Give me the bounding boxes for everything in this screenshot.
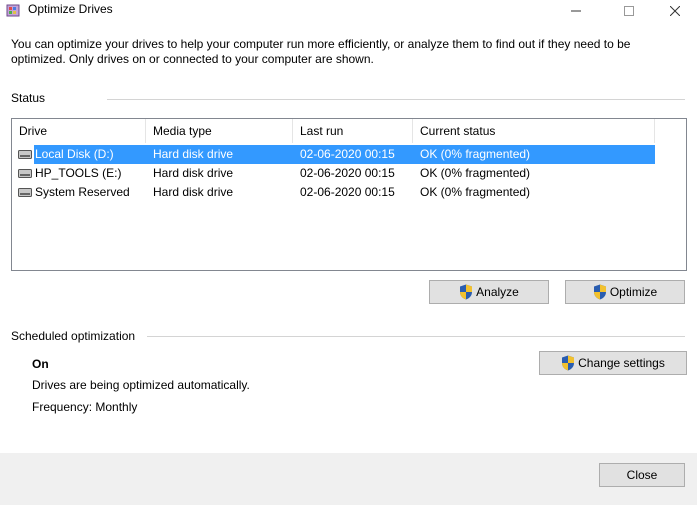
- schedule-state: On: [32, 357, 49, 371]
- analyze-button[interactable]: Analyze: [429, 280, 549, 304]
- close-icon: [670, 6, 680, 16]
- last-run: 02-06-2020 00:15: [300, 147, 395, 161]
- close-label: Close: [626, 468, 658, 482]
- drive-name: Local Disk (D:): [35, 147, 114, 161]
- status-divider: [107, 99, 685, 100]
- uac-shield-icon: [593, 284, 606, 300]
- scheduled-section-label: Scheduled optimization: [11, 329, 136, 343]
- optimize-button[interactable]: Optimize: [565, 280, 685, 304]
- dialog-footer: Close: [0, 453, 697, 505]
- column-header-last-run[interactable]: Last run: [293, 119, 413, 143]
- drive-name: System Reserved: [35, 185, 130, 199]
- current-status: OK (0% fragmented): [420, 166, 531, 180]
- close-button[interactable]: Close: [599, 463, 685, 487]
- defrag-app-icon: [6, 4, 20, 17]
- status-section-label: Status: [11, 91, 46, 105]
- minimize-button[interactable]: [553, 0, 599, 22]
- last-run: 02-06-2020 00:15: [300, 166, 395, 180]
- maximize-button[interactable]: [606, 0, 652, 22]
- drive-name: HP_TOOLS (E:): [35, 166, 122, 180]
- table-row[interactable]: System Reserved Hard disk drive 02-06-20…: [12, 183, 655, 202]
- title-bar[interactable]: Optimize Drives: [0, 0, 697, 22]
- media-type: Hard disk drive: [153, 166, 234, 180]
- optimize-label: Optimize: [609, 285, 658, 299]
- uac-shield-icon: [460, 284, 473, 300]
- table-row[interactable]: HP_TOOLS (E:) Hard disk drive 02-06-2020…: [12, 164, 655, 183]
- column-header-drive[interactable]: Drive: [12, 119, 146, 143]
- current-status: OK (0% fragmented): [420, 185, 531, 199]
- table-row[interactable]: Local Disk (D:) Hard disk drive 02-06-20…: [12, 145, 655, 164]
- column-header-current-status[interactable]: Current status: [413, 119, 655, 143]
- last-run: 02-06-2020 00:15: [300, 185, 395, 199]
- schedule-frequency: Frequency: Monthly: [32, 400, 138, 414]
- hard-drive-icon: [18, 188, 32, 197]
- scheduled-divider: [147, 336, 685, 337]
- analyze-label: Analyze: [476, 285, 519, 299]
- current-status: OK (0% fragmented): [420, 147, 531, 161]
- change-settings-label: Change settings: [578, 356, 665, 370]
- minimize-icon: [571, 10, 581, 12]
- schedule-description: Drives are being optimized automatically…: [32, 378, 250, 392]
- change-settings-button[interactable]: Change settings: [539, 351, 687, 375]
- window-title: Optimize Drives: [28, 2, 113, 16]
- column-header-media-type[interactable]: Media type: [146, 119, 293, 143]
- hard-drive-icon: [18, 150, 32, 159]
- drives-list[interactable]: Drive Media type Last run Current status…: [11, 118, 687, 271]
- intro-text: You can optimize your drives to help you…: [11, 37, 631, 66]
- maximize-icon: [624, 6, 634, 16]
- media-type: Hard disk drive: [153, 185, 234, 199]
- hard-drive-icon: [18, 169, 32, 178]
- uac-shield-icon: [562, 355, 575, 371]
- close-window-button[interactable]: [652, 0, 697, 22]
- media-type: Hard disk drive: [153, 147, 234, 161]
